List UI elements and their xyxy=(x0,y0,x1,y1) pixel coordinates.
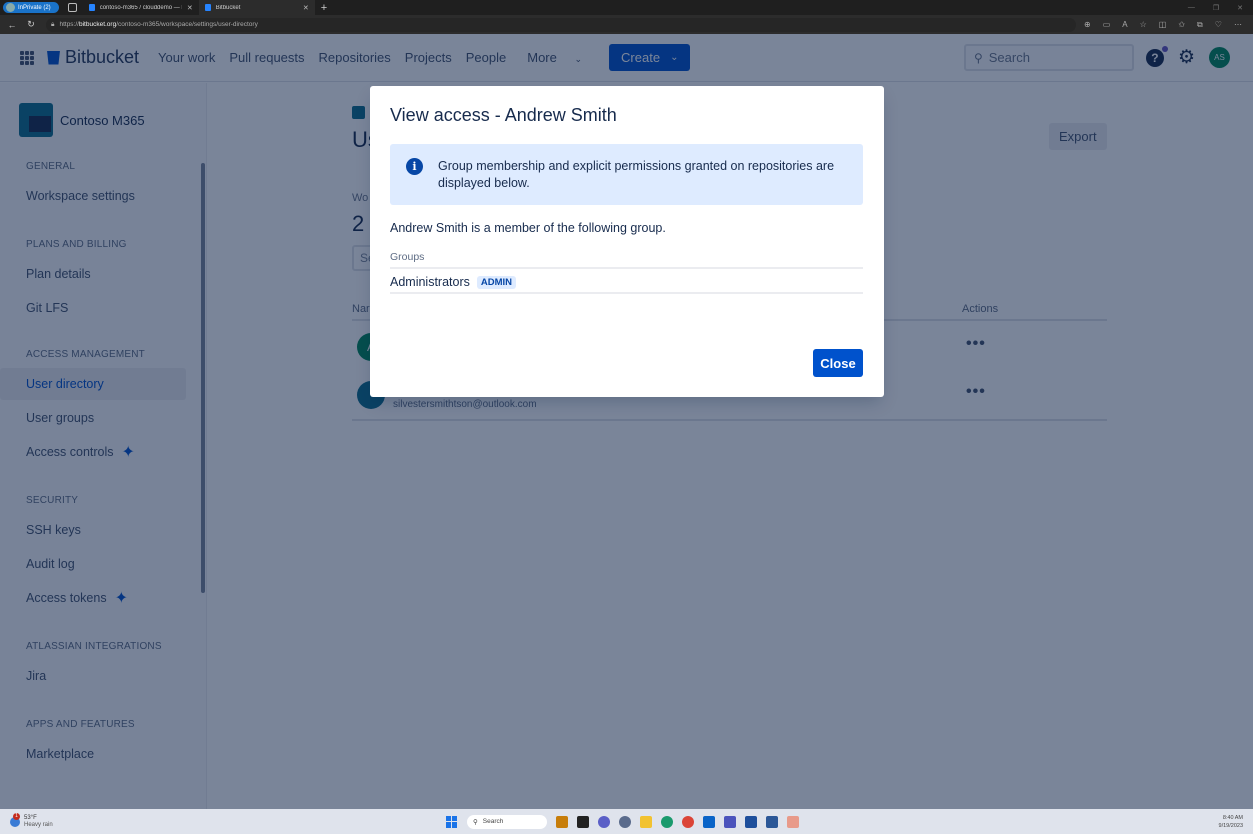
file-explorer-icon[interactable] xyxy=(640,815,652,828)
browser-tab[interactable]: contoso-m365 / clouddemo — B ✕ xyxy=(83,0,199,15)
windows-start-icon[interactable] xyxy=(446,815,458,828)
teams-icon[interactable] xyxy=(724,815,736,828)
browser-essentials-icon[interactable]: ♡ xyxy=(1215,20,1222,30)
word-icon[interactable] xyxy=(766,815,778,828)
browser-tab-active[interactable]: Bitbucket ✕ xyxy=(198,0,315,15)
collections-icon[interactable]: ⧉ xyxy=(1197,20,1203,30)
view-access-dialog: View access - Andrew Smith i Group membe… xyxy=(370,86,884,397)
weather-temp: 53°F xyxy=(24,814,37,821)
tab-title: Bitbucket xyxy=(215,4,241,11)
new-tab-icon[interactable]: + xyxy=(321,2,327,14)
taskbar-search[interactable]: ⚲ Search xyxy=(467,814,547,829)
profile-icon xyxy=(6,3,15,12)
lock-icon: 🔒︎ xyxy=(51,20,55,28)
divider xyxy=(390,267,863,269)
outlook-icon[interactable] xyxy=(703,815,715,828)
more-menu-icon[interactable]: ⋯ xyxy=(1234,20,1242,30)
bitbucket-favicon-icon xyxy=(204,4,211,11)
system-clock[interactable]: 8:40 AM 9/19/2023 xyxy=(1219,814,1243,830)
group-row: Administrators ADMIN xyxy=(390,275,517,289)
chat-icon[interactable] xyxy=(598,815,610,828)
admin-lozenge: ADMIN xyxy=(476,275,517,289)
briefcase-icon[interactable] xyxy=(556,815,568,828)
taskbar-apps: ⚲ Search xyxy=(446,814,799,829)
notification-badge: 1 xyxy=(13,812,20,820)
groups-header: Groups xyxy=(390,251,425,263)
tab-actions-icon[interactable] xyxy=(67,3,77,12)
membership-text: Andrew Smith is a member of the followin… xyxy=(390,221,666,235)
minimize-icon[interactable]: — xyxy=(1188,4,1195,12)
clock-date: 9/19/2023 xyxy=(1218,822,1243,829)
divider xyxy=(390,292,863,294)
back-icon[interactable]: ← xyxy=(5,20,19,30)
inprivate-label: InPrivate (2) xyxy=(18,4,51,11)
snipping-tool-icon[interactable] xyxy=(787,815,799,828)
group-name: Administrators xyxy=(390,275,470,289)
info-icon: i xyxy=(406,158,423,175)
bitbucket-favicon-icon xyxy=(88,4,95,11)
store-icon[interactable] xyxy=(745,815,757,828)
close-window-icon[interactable]: ✕ xyxy=(1237,4,1243,12)
tab-title: contoso-m365 / clouddemo — B xyxy=(99,4,182,11)
restore-icon[interactable]: ❐ xyxy=(1213,4,1219,12)
url-field[interactable]: 🔒︎ https://bitbucket.org/contoso-m365/wo… xyxy=(46,17,1076,32)
split-screen-icon[interactable]: ◫ xyxy=(1159,20,1167,30)
refresh-icon[interactable]: ↻ xyxy=(24,19,38,30)
windows-taskbar: 1 53°F Heavy rain ⚲ Search 8:40 AM 9/19/2… xyxy=(0,809,1253,834)
bitbucket-app: Bitbucket Your work Pull requests Reposi… xyxy=(0,34,1253,809)
close-tab-icon[interactable]: ✕ xyxy=(187,4,193,12)
browser-tab-bar: InPrivate (2) contoso-m365 / clouddemo —… xyxy=(0,0,1253,15)
weather-desc: Heavy rain xyxy=(24,821,53,828)
read-aloud-icon[interactable]: A xyxy=(1122,20,1127,30)
url-text: https://bitbucket.org/contoso-m365/works… xyxy=(59,21,258,28)
info-text: Group membership and explicit permission… xyxy=(438,159,835,190)
app-available-icon[interactable]: ▭ xyxy=(1103,20,1111,30)
address-bar-row: ← ↻ 🔒︎ https://bitbucket.org/contoso-m36… xyxy=(0,15,1253,34)
weather-rain-icon: 1 xyxy=(10,812,20,827)
chrome-icon[interactable] xyxy=(682,815,694,828)
weather-widget[interactable]: 1 53°F Heavy rain xyxy=(10,812,53,829)
inprivate-indicator[interactable]: InPrivate (2) xyxy=(3,2,59,13)
close-tab-icon[interactable]: ✕ xyxy=(303,4,309,12)
close-button[interactable]: Close xyxy=(813,349,863,377)
search-icon: ⚲ xyxy=(473,818,478,826)
task-view-icon[interactable] xyxy=(577,815,589,828)
edge-icon[interactable] xyxy=(661,815,673,828)
zoom-icon[interactable]: ⊕ xyxy=(1084,20,1091,30)
favorite-star-icon[interactable]: ☆ xyxy=(1140,20,1147,30)
favorites-icon[interactable]: ✩ xyxy=(1178,20,1185,30)
dialog-title: View access - Andrew Smith xyxy=(390,105,617,125)
settings-icon[interactable] xyxy=(619,815,631,828)
browser-toolbar: ⊕ ▭ A ☆ ◫ ✩ ⧉ ♡ ⋯ xyxy=(1084,20,1242,30)
window-controls: — ❐ ✕ xyxy=(1188,4,1243,12)
info-banner: i Group membership and explicit permissi… xyxy=(390,144,863,205)
clock-time: 8:40 AM xyxy=(1222,814,1243,821)
